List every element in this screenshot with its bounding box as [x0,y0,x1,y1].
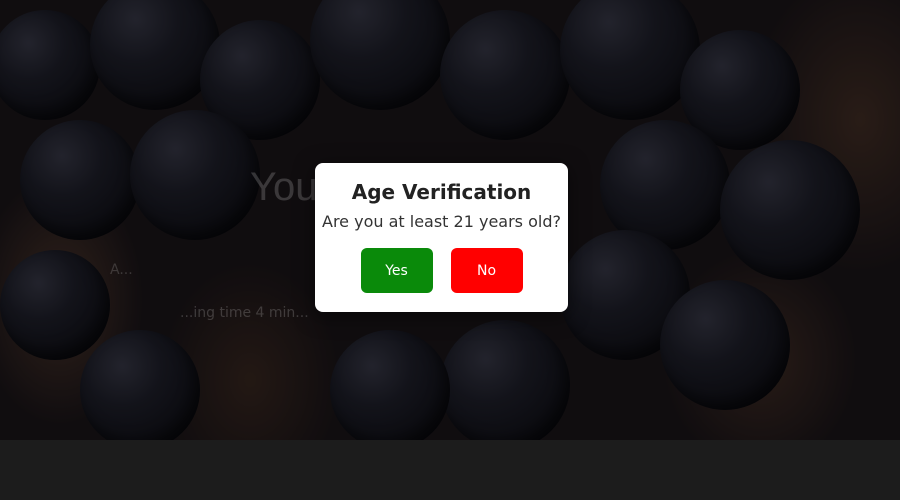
dialog-actions: Yes No [315,248,568,293]
no-button[interactable]: No [450,248,523,293]
reading-time: ...ing time 4 min... [180,305,309,321]
age-verification-dialog: Age Verification Are you at least 21 yea… [315,163,568,312]
article-meta: A... [110,262,133,278]
dialog-title: Age Verification [351,180,532,204]
footer-bar [0,440,900,500]
yes-button[interactable]: Yes [360,248,433,293]
dialog-question: Are you at least 21 years old? [322,212,561,231]
